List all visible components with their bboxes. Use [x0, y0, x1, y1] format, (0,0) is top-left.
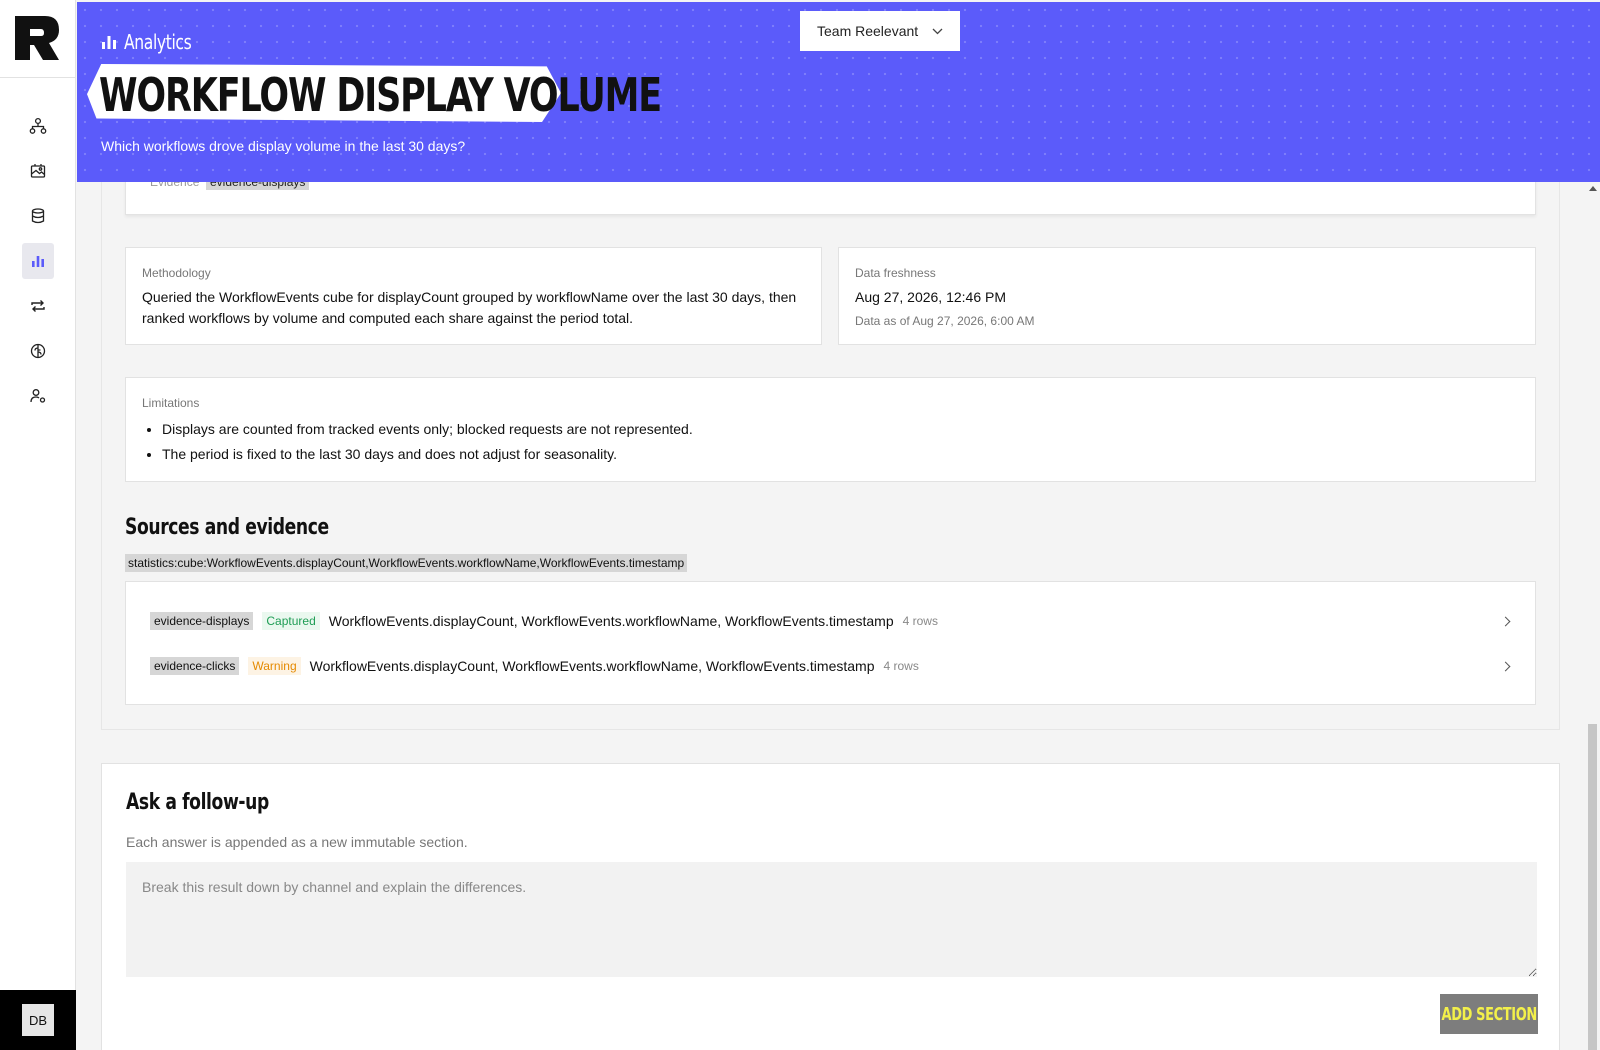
nav-item-sync[interactable]	[22, 288, 54, 324]
nav-item-users[interactable]	[22, 378, 54, 414]
sources-heading: Sources and evidence	[125, 515, 329, 540]
analytics-icon	[31, 256, 44, 267]
status-badge: Captured	[262, 612, 320, 630]
sidebar: DB	[0, 0, 76, 1050]
chevron-down-icon	[932, 28, 943, 34]
limitations-label: Limitations	[142, 396, 200, 410]
status-badge: Warning	[248, 657, 301, 675]
row-count: 4 rows	[902, 614, 938, 628]
image-template-icon	[30, 164, 45, 178]
scrollbar-thumb[interactable]	[1588, 724, 1597, 1050]
workflow-icon	[29, 117, 46, 134]
chevron-right-icon	[1500, 616, 1511, 626]
evidence-id: evidence-displays	[150, 612, 254, 630]
breadcrumb-label: Analytics	[124, 30, 192, 54]
nav-item-workflows[interactable]	[22, 108, 54, 144]
avatar[interactable]: DB	[22, 1004, 54, 1036]
page-header: Analytics WORKFLOW DISPLAY VOLUME Which …	[77, 2, 1600, 182]
followup-description: Each answer is appended as a new immutab…	[126, 834, 468, 850]
page-subtitle: Which workflows drove display volume in …	[101, 138, 466, 154]
limitations-list: Displays are counted from tracked events…	[142, 417, 1519, 467]
freshness-label: Data freshness	[855, 266, 936, 280]
sync-icon	[30, 300, 45, 312]
add-section-button[interactable]: ADD SECTION	[1440, 994, 1538, 1034]
evidence-fields: WorkflowEvents.displayCount, WorkflowEve…	[328, 613, 894, 629]
team-name: Team Reelevant	[817, 23, 919, 39]
nav-item-data[interactable]	[22, 198, 54, 234]
evidence-list: evidence-displays Captured WorkflowEvent…	[125, 581, 1536, 705]
methodology-text: Queried the WorkflowEvents cube for disp…	[142, 289, 797, 326]
freshness-sub: Data as of Aug 27, 2026, 6:00 AM	[855, 314, 1035, 328]
limitations-box: Limitations Displays are counted from tr…	[125, 377, 1536, 482]
methodology-label: Methodology	[142, 266, 211, 280]
followup-input[interactable]	[126, 862, 1537, 977]
add-section-label: ADD SECTION	[1441, 1003, 1537, 1025]
scroll-up-arrow-icon[interactable]	[1589, 186, 1597, 191]
freshness-box: Data freshness Aug 27, 2026, 12:46 PM Da…	[838, 247, 1536, 345]
sidebar-nav	[0, 78, 75, 423]
page-title: WORKFLOW DISPLAY VOLUME	[99, 68, 662, 122]
evidence-id: evidence-clicks	[150, 657, 240, 675]
followup-heading: Ask a follow-up	[126, 790, 269, 815]
nav-item-templates[interactable]	[22, 153, 54, 189]
evidence-row[interactable]: evidence-clicks Warning WorkflowEvents.d…	[150, 655, 1535, 677]
followup-section: Ask a follow-up Each answer is appended …	[101, 763, 1560, 1050]
limitation-item: The period is fixed to the last 30 days …	[162, 442, 1519, 467]
reelevant-logo-icon	[14, 15, 59, 60]
database-icon	[31, 208, 44, 224]
row-count: 4 rows	[883, 659, 919, 673]
logo[interactable]	[0, 0, 75, 78]
breadcrumb[interactable]: Analytics	[101, 30, 210, 54]
sidebar-footer: DB	[0, 990, 76, 1050]
team-selector[interactable]: Team Reelevant	[800, 11, 960, 51]
freshness-value: Aug 27, 2026, 12:46 PM	[855, 289, 1006, 305]
evidence-row[interactable]: evidence-displays Captured WorkflowEvent…	[150, 610, 1535, 632]
evidence-fields: WorkflowEvents.displayCount, WorkflowEve…	[309, 658, 875, 674]
analytics-icon	[102, 36, 116, 49]
nav-item-analytics[interactable]	[21, 243, 54, 279]
methodology-box: Methodology Queried the WorkflowEvents c…	[125, 247, 822, 345]
brain-icon	[30, 343, 45, 359]
chevron-right-icon	[1500, 661, 1511, 671]
limitation-item: Displays are counted from tracked events…	[162, 417, 1519, 442]
source-chip[interactable]: statistics:cube:WorkflowEvents.displayCo…	[125, 554, 688, 572]
nav-item-ai[interactable]	[22, 333, 54, 369]
user-settings-icon	[29, 389, 45, 403]
